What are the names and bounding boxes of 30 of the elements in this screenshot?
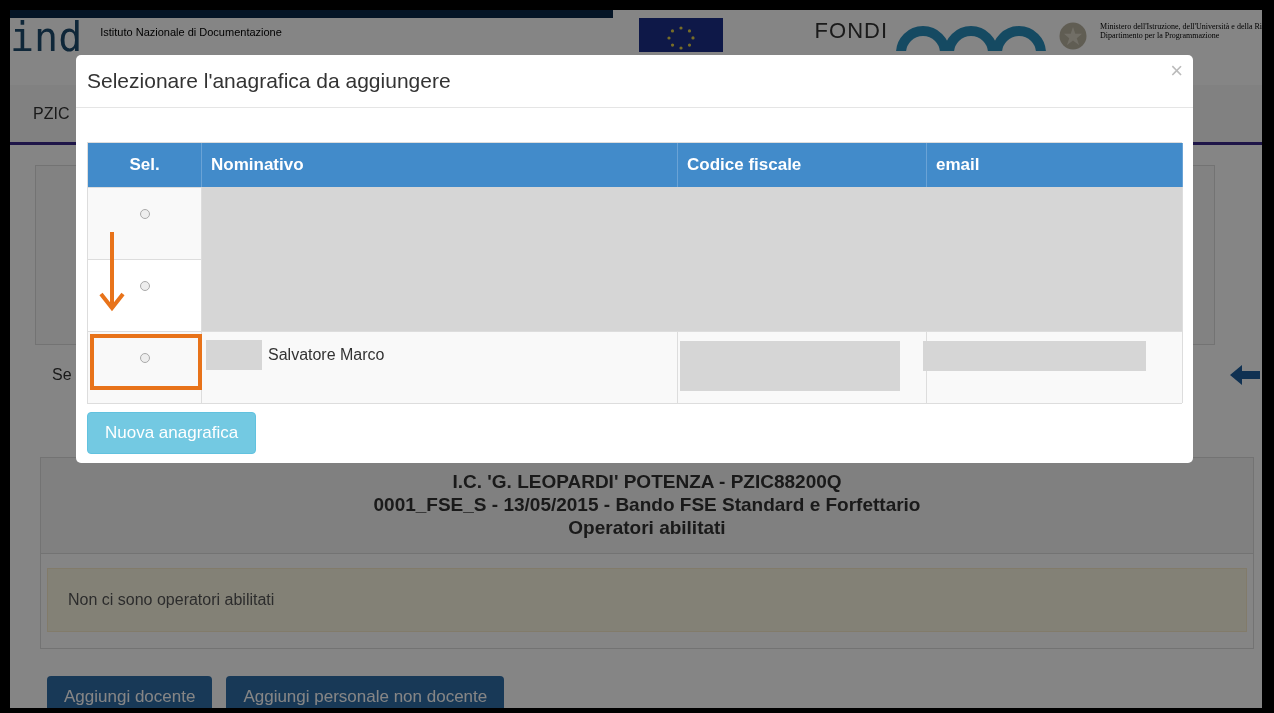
radio-button[interactable] — [139, 353, 150, 363]
emblem-icon — [1058, 21, 1089, 51]
logo-text: ind — [10, 20, 83, 54]
rings-icon — [896, 26, 1047, 51]
logo-subtitle: Istituto Nazionale di Documentazione — [100, 26, 282, 38]
nav-tab[interactable]: PZIC — [33, 104, 70, 123]
new-record-button[interactable]: Nuova anagrafica — [87, 412, 257, 454]
panel-title: Operatori abilitati — [567, 516, 727, 539]
add-button[interactable]: Aggiungi personale non docente — [226, 676, 505, 708]
column-header: Nominativo — [202, 143, 678, 187]
flag-icon — [638, 18, 723, 52]
back-arrow-icon[interactable] — [1230, 365, 1260, 385]
column-header: Codice fiscale — [678, 143, 927, 187]
ministry-text: Ministero dell'Istruzione, dell'Università e della Ri — [1100, 22, 1262, 31]
radio-button[interactable] — [139, 209, 150, 219]
radio-button[interactable] — [139, 281, 150, 291]
fondi-text: FONDI — [814, 18, 889, 44]
down-arrow-icon — [98, 232, 126, 312]
column-header: email — [927, 143, 1183, 187]
column-header: Sel. — [88, 143, 202, 187]
alert: Non ci sono operatori abilitati — [47, 568, 1247, 632]
table-cell: Salvatore Marco — [268, 346, 385, 364]
modal-title: Selezionare l'anagrafica da aggiungere — [87, 69, 451, 93]
panel-title: I.C. 'G. LEOPARDI' POTENZA - PZIC88200Q — [451, 470, 843, 493]
redacted-block — [206, 340, 262, 370]
close-button[interactable]: × — [1170, 58, 1183, 84]
section-label: Se — [52, 366, 72, 384]
panel-title: 0001_FSE_S - 13/05/2015 - Bando FSE Standard e Forfettario — [372, 493, 922, 516]
ministry-text: Dipartimento per la Programmazione — [1100, 31, 1221, 40]
add-button[interactable]: Aggiungi docente — [47, 676, 213, 708]
